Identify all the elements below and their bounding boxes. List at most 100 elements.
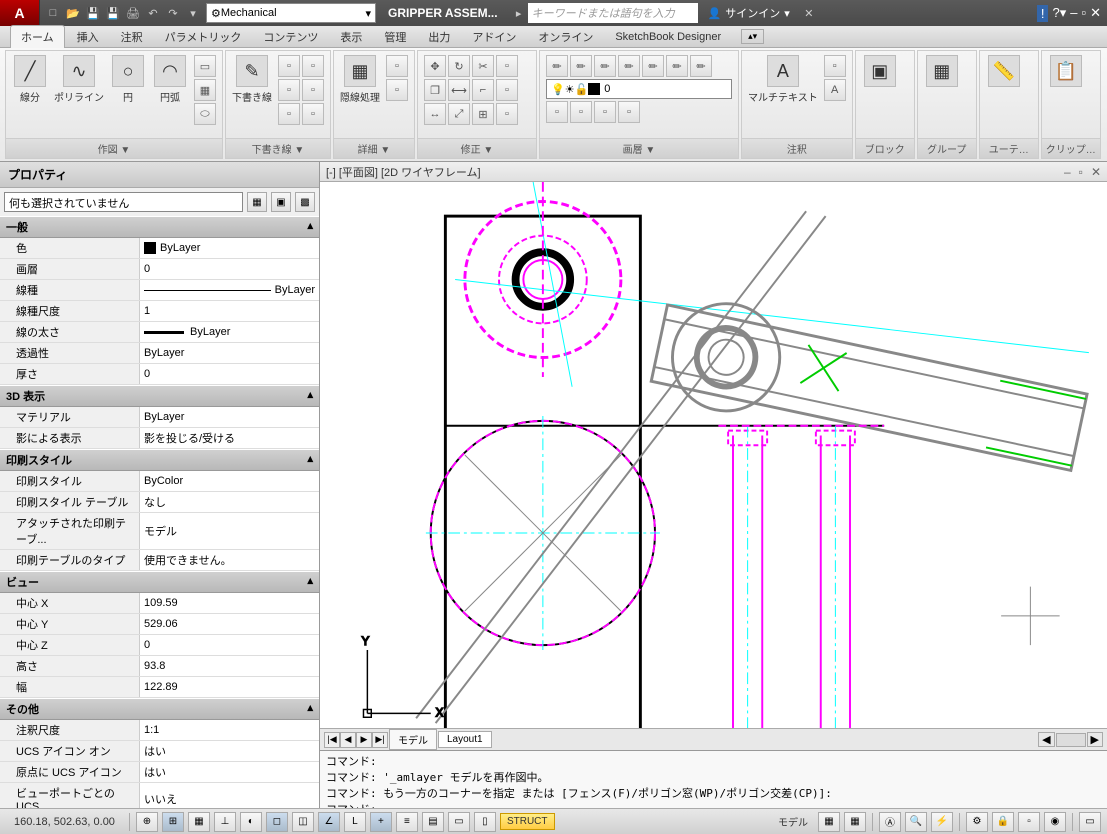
coordinate-display[interactable]: 160.18, 502.63, 0.00 <box>6 816 123 828</box>
arc-button[interactable]: ◠円弧 <box>152 55 188 104</box>
viewport-minimize-icon[interactable]: – <box>1064 165 1071 179</box>
prop-material[interactable]: マテリアルByLayer <box>0 407 319 428</box>
anno-visibility-icon[interactable]: 🔍 <box>905 812 927 832</box>
prop-center-z[interactable]: 中心 Z0 <box>0 635 319 656</box>
infer-constraints-icon[interactable]: ⊕ <box>136 812 158 832</box>
quick-select-icon[interactable]: ▦ <box>247 192 267 212</box>
prop-width[interactable]: 幅122.89 <box>0 677 319 698</box>
l6-icon[interactable]: ✏ <box>666 55 688 77</box>
help-dropdown[interactable]: ?▾ <box>1052 5 1066 22</box>
tab-model-space[interactable]: モデル <box>389 729 437 750</box>
prop-shadow[interactable]: 影による表示影を投じる/受ける <box>0 428 319 449</box>
drawing-canvas[interactable]: XY <box>320 182 1107 728</box>
l1-icon[interactable]: ✏ <box>546 55 568 77</box>
otrack-icon[interactable]: ∠ <box>318 812 340 832</box>
minimize-icon[interactable]: – <box>1070 5 1077 22</box>
prop-plot-attached[interactable]: アタッチされた印刷テーブ...モデル <box>0 513 319 550</box>
command-line[interactable]: コマンド: コマンド: '_amlayer モデルを再作図中。 コマンド: もう… <box>320 750 1107 808</box>
cat-plot-header[interactable]: 印刷スタイル▴ <box>0 449 319 471</box>
ribbon-minimize-button[interactable]: ▴▾ <box>741 29 764 44</box>
cl6-icon[interactable]: ▫ <box>302 103 324 125</box>
signin-button[interactable]: 👤 サインイン ▾ <box>698 5 800 21</box>
sc-icon[interactable]: ▯ <box>474 812 496 832</box>
workspace-switch-icon[interactable]: ⚙ <box>966 812 988 832</box>
panel-label-construction[interactable]: 下書き線 ▼ <box>226 138 330 158</box>
cmd-prompt[interactable]: コマンド: <box>326 801 1101 808</box>
maximize-icon[interactable]: ▫ <box>1081 5 1086 22</box>
tab-annotate[interactable]: 注釈 <box>111 26 153 48</box>
clean-screen-icon[interactable]: ▭ <box>1079 812 1101 832</box>
prop-lineweight[interactable]: 線の太さByLayer <box>0 322 319 343</box>
scrollbar-right-icon[interactable]: ▶ <box>1087 732 1103 747</box>
cl5-icon[interactable]: ▫ <box>278 103 300 125</box>
rect-icon[interactable]: ▭ <box>194 55 216 77</box>
search-input[interactable]: キーワードまたは語句を入力 <box>528 3 698 23</box>
cl2-icon[interactable]: ▫ <box>302 55 324 77</box>
prop-color[interactable]: 色ByLayer <box>0 238 319 259</box>
prop-plot-table[interactable]: 印刷スタイル テーブルなし <box>0 492 319 513</box>
prop-ucs-vp[interactable]: ビューポートごとの UCSいいえ <box>0 783 319 808</box>
saveas-icon[interactable]: 💾 <box>104 4 122 22</box>
exchange-icon[interactable]: ✕ <box>800 4 818 22</box>
move-icon[interactable]: ✥ <box>424 55 446 77</box>
m8-icon[interactable]: ▫ <box>496 79 518 101</box>
struct-label[interactable]: STRUCT <box>500 813 555 830</box>
cl1-icon[interactable]: ▫ <box>278 55 300 77</box>
viewport-maximize-icon[interactable]: ▫ <box>1079 165 1083 179</box>
lwt-icon[interactable]: ≡ <box>396 812 418 832</box>
isolate-icon[interactable]: ◉ <box>1044 812 1066 832</box>
m4-icon[interactable]: ▫ <box>496 55 518 77</box>
save-icon[interactable]: 💾 <box>84 4 102 22</box>
prop-ucs-on[interactable]: UCS アイコン オンはい <box>0 741 319 762</box>
prop-layer[interactable]: 画層0 <box>0 259 319 280</box>
copy-icon[interactable]: ❐ <box>424 79 446 101</box>
prop-center-x[interactable]: 中心 X109.59 <box>0 593 319 614</box>
l4-icon[interactable]: ✏ <box>618 55 640 77</box>
tab-next-icon[interactable]: ▶ <box>356 732 372 748</box>
plot-icon[interactable]: 🖨 <box>124 4 142 22</box>
block-button[interactable]: ▣ <box>862 55 898 87</box>
tab-addins[interactable]: アドイン <box>462 26 526 48</box>
d2-icon[interactable]: ▫ <box>386 79 408 101</box>
scrollbar-track[interactable] <box>1056 733 1086 747</box>
fillet-icon[interactable]: ⌐ <box>472 79 494 101</box>
open-icon[interactable]: 📂 <box>64 4 82 22</box>
l7-icon[interactable]: ✏ <box>690 55 712 77</box>
l9-icon[interactable]: ▫ <box>570 101 592 123</box>
l5-icon[interactable]: ✏ <box>642 55 664 77</box>
tab-last-icon[interactable]: ▶| <box>372 732 388 748</box>
hatch-icon[interactable]: ▦ <box>194 79 216 101</box>
prop-transparency[interactable]: 透過性ByLayer <box>0 343 319 364</box>
dyn-icon[interactable]: + <box>370 812 392 832</box>
array-icon[interactable]: ⊞ <box>472 103 494 125</box>
cat-3d-header[interactable]: 3D 表示▴ <box>0 385 319 407</box>
ducs-icon[interactable]: L <box>344 812 366 832</box>
new-icon[interactable]: □ <box>44 4 62 22</box>
qp-icon[interactable]: ▭ <box>448 812 470 832</box>
scale-icon[interactable]: ⤢ <box>448 103 470 125</box>
cat-view-header[interactable]: ビュー▴ <box>0 571 319 593</box>
cl3-icon[interactable]: ▫ <box>278 79 300 101</box>
paste-button[interactable]: 📋 <box>1048 55 1084 87</box>
grid-icon[interactable]: ▦ <box>188 812 210 832</box>
viewport-label[interactable]: [-] [平面図] [2D ワイヤフレーム] <box>326 164 481 180</box>
tpy-icon[interactable]: ▤ <box>422 812 444 832</box>
undo-icon[interactable]: ↶ <box>144 4 162 22</box>
3dosnap-icon[interactable]: ◫ <box>292 812 314 832</box>
panel-label-modify[interactable]: 修正 ▼ <box>418 138 536 158</box>
measure-button[interactable]: 📏 <box>986 55 1022 87</box>
l10-icon[interactable]: ▫ <box>594 101 616 123</box>
l11-icon[interactable]: ▫ <box>618 101 640 123</box>
tab-output[interactable]: 出力 <box>418 26 460 48</box>
quick-view-layouts-icon[interactable]: ▦ <box>818 812 840 832</box>
l3-icon[interactable]: ✏ <box>594 55 616 77</box>
panel-label-draw[interactable]: 作図 ▼ <box>6 138 222 158</box>
group-button[interactable]: ▦ <box>924 55 960 87</box>
layer-selector[interactable]: 💡☀🔓 0 <box>546 79 732 99</box>
tab-parametric[interactable]: パラメトリック <box>155 26 252 48</box>
model-space-label[interactable]: モデル <box>772 814 814 829</box>
panel-label-detail[interactable]: 詳細 ▼ <box>334 138 414 158</box>
cat-other-header[interactable]: その他▴ <box>0 698 319 720</box>
osnap-icon[interactable]: ◻ <box>266 812 288 832</box>
panel-label-layers[interactable]: 画層 ▼ <box>540 138 738 158</box>
